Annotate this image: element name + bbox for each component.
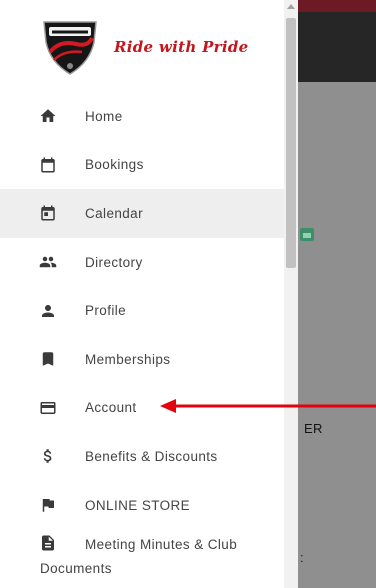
nav-item-calendar[interactable]: Calendar: [0, 189, 284, 238]
dollar-icon: [38, 446, 58, 466]
background-topbar: [298, 0, 376, 82]
background-partial-punct: :: [300, 550, 304, 565]
home-icon: [38, 106, 58, 126]
nav-item-label: Bookings: [85, 157, 144, 173]
nav-menu: Home Bookings Calendar Directory Profile…: [0, 92, 284, 588]
nav-item-online-store[interactable]: ONLINE STORE: [0, 481, 284, 530]
nav-item-directory[interactable]: Directory: [0, 238, 284, 287]
nav-item-label: Memberships: [85, 351, 171, 367]
nav-item-home[interactable]: Home: [0, 92, 284, 141]
background-calendar-icon: [300, 228, 314, 241]
annotation-arrow-icon: [160, 399, 376, 413]
bookmark-icon: [38, 349, 58, 369]
drawer-scrollbar[interactable]: [284, 0, 298, 588]
nav-item-memberships[interactable]: Memberships: [0, 335, 284, 384]
nav-item-label: ONLINE STORE: [85, 497, 191, 513]
credit-card-icon: [38, 398, 58, 418]
nav-item-label: Benefits & Discounts: [85, 448, 218, 464]
nav-item-label: Meeting Minutes & Club Documents: [40, 537, 238, 577]
nav-item-profile[interactable]: Profile: [0, 286, 284, 335]
brand-slogan: Ride with Pride: [114, 38, 249, 56]
background-partial-text: ER: [304, 421, 323, 436]
calendar-outline-icon: [38, 155, 58, 175]
nav-item-benefits[interactable]: Benefits & Discounts: [0, 432, 284, 481]
scroll-up-arrow-icon[interactable]: [287, 4, 295, 9]
nav-item-label: Home: [85, 108, 123, 124]
calendar-event-icon: [38, 203, 58, 223]
background-topbar-accent: [298, 0, 376, 12]
people-icon: [38, 252, 58, 272]
nav-item-meeting-minutes[interactable]: Meeting Minutes & Club Documents: [0, 529, 284, 588]
nav-item-label: Account: [85, 400, 137, 416]
side-drawer: Ride with Pride Home Bookings Calendar D…: [0, 0, 298, 588]
nav-item-label: Profile: [85, 303, 127, 319]
nav-item-label: Directory: [85, 254, 143, 270]
triumph-riders-logo-icon[interactable]: [40, 18, 100, 76]
nav-item-label: Calendar: [85, 205, 143, 221]
flag-icon: [38, 495, 58, 515]
nav-item-bookings[interactable]: Bookings: [0, 141, 284, 190]
drawer-content: Ride with Pride Home Bookings Calendar D…: [0, 0, 284, 588]
person-icon: [38, 301, 58, 321]
scroll-thumb[interactable]: [286, 18, 296, 268]
